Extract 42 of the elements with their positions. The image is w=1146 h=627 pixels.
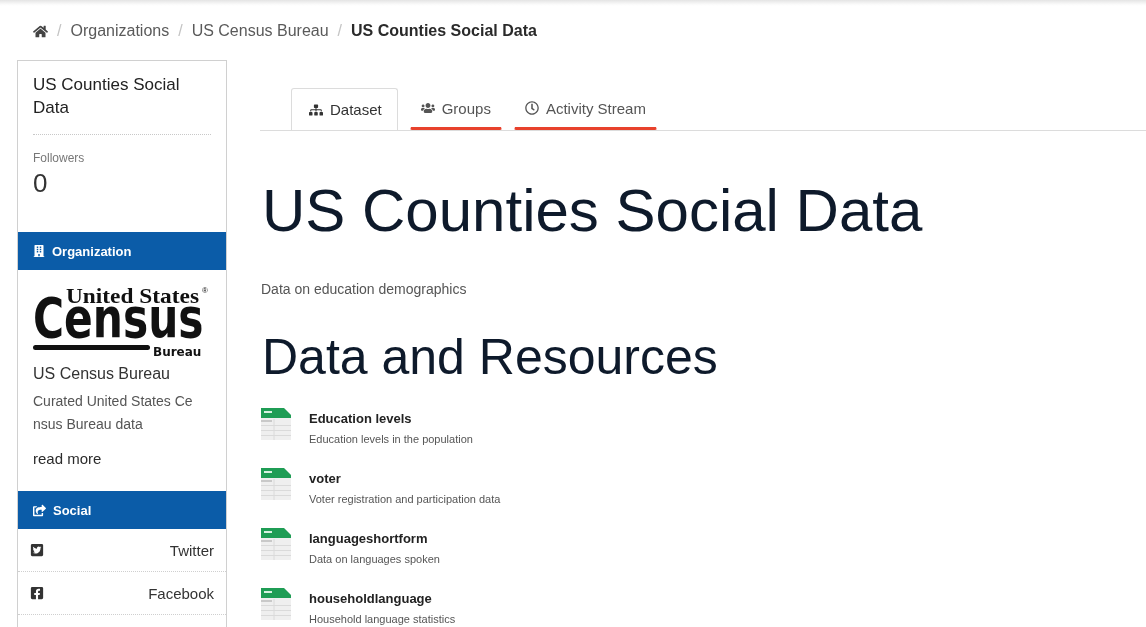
breadcrumb-link[interactable]: US Counties Social Data — [351, 21, 537, 41]
home-icon — [33, 23, 48, 39]
breadcrumb-link[interactable]: Organizations — [70, 21, 170, 41]
followers-label: Followers — [33, 151, 85, 165]
organization-logo: United States ® Census Bureau — [33, 284, 211, 360]
resource-link[interactable]: Education levels — [309, 411, 412, 427]
twitter-icon — [30, 543, 44, 557]
share-icon — [33, 503, 46, 517]
spreadsheet-file-icon — [261, 528, 291, 560]
organization-name: US Census Bureau — [33, 364, 170, 384]
sitemap-icon — [309, 102, 323, 117]
tab[interactable]: Dataset — [291, 88, 398, 130]
breadcrumb-separator: / — [178, 21, 183, 41]
section-title: Data and Resources — [262, 330, 718, 385]
section-heading: Organization — [52, 243, 132, 259]
page-title: US Counties Social Data — [262, 178, 923, 244]
resource-link[interactable]: languageshortform — [309, 531, 428, 547]
spreadsheet-file-icon — [261, 468, 291, 500]
resource-link[interactable]: voter — [309, 471, 341, 487]
spreadsheet-file-icon — [261, 408, 291, 440]
facebook-icon — [30, 586, 44, 600]
resource-link[interactable]: householdlanguage — [309, 591, 432, 607]
breadcrumb-link[interactable]: US Census Bureau — [191, 21, 329, 41]
home-link[interactable] — [33, 23, 48, 39]
section-heading: Social — [53, 502, 92, 518]
resource-description: Data on languages spoken — [309, 552, 440, 566]
breadcrumb-separator: / — [57, 21, 62, 41]
spreadsheet-file-icon — [261, 588, 291, 620]
users-icon — [420, 101, 435, 115]
followers-count: 0 — [33, 168, 48, 198]
resource-description: Household language statistics — [309, 612, 456, 626]
dataset-name: US Counties Social Data — [32, 74, 181, 119]
breadcrumb-separator: / — [337, 21, 343, 41]
organization-description: Curated United States Census Bureau data — [33, 392, 194, 434]
social-link[interactable]: Facebook — [18, 572, 226, 615]
building-icon — [33, 245, 45, 257]
read-more-link[interactable]: read more — [33, 449, 102, 469]
social-link[interactable]: Twitter — [18, 529, 226, 572]
dataset-description: Data on education demographics — [261, 280, 467, 298]
clock-icon — [524, 101, 539, 115]
resource-description: Voter registration and participation data — [309, 492, 501, 506]
resource-description: Education levels in the population — [309, 432, 473, 446]
